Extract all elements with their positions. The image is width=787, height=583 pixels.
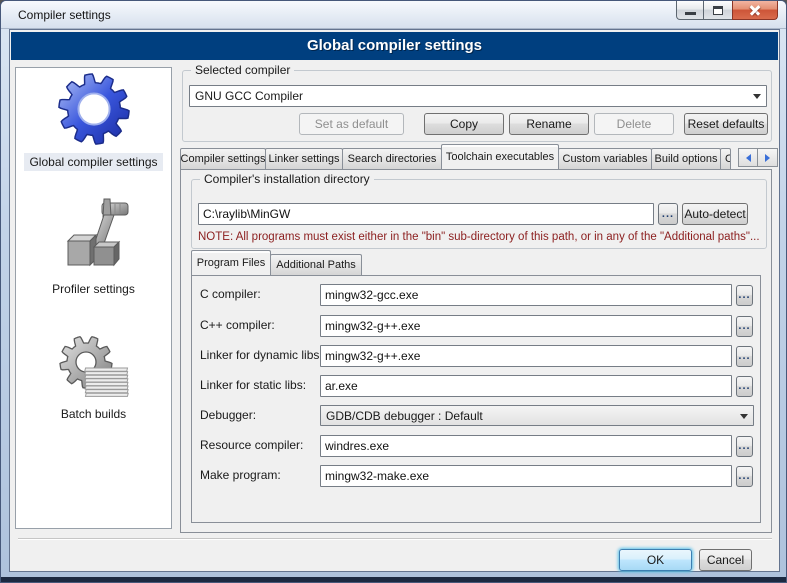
c-compiler-input[interactable] — [320, 284, 732, 306]
field-label: Make program: — [200, 468, 281, 482]
compiler-select-value: GNU GCC Compiler — [195, 89, 303, 103]
installation-directory-legend: Compiler's installation directory — [200, 172, 374, 186]
gray-gear-stack-icon — [54, 334, 134, 403]
minimize-icon — [685, 12, 696, 15]
set-as-default-button: Set as default — [299, 113, 404, 135]
sidebar-item-profiler-settings[interactable]: Profiler settings — [16, 195, 171, 298]
ok-button[interactable]: OK — [619, 549, 692, 571]
window-controls — [676, 1, 778, 20]
dynamic-linker-browse-button[interactable]: ... — [736, 346, 753, 367]
sidebar-item-batch-builds[interactable]: Batch builds — [16, 334, 171, 423]
window-bottom-edge — [1, 577, 786, 582]
window-title: Compiler settings — [18, 8, 111, 22]
sidebar-item-label: Global compiler settings — [24, 153, 162, 171]
dynamic-linker-input[interactable] — [320, 345, 732, 367]
left-arrow-icon — [746, 154, 751, 162]
tab-toolchain-executables[interactable]: Toolchain executables — [441, 144, 559, 169]
auto-detect-button[interactable]: Auto-detect — [682, 203, 748, 225]
minimize-button[interactable] — [676, 1, 704, 20]
settings-tabs: Compiler settings Linker settings Search… — [180, 147, 730, 169]
resource-compiler-input[interactable] — [320, 435, 732, 457]
page-title: Global compiler settings — [11, 32, 778, 60]
c-compiler-browse-button[interactable]: ... — [736, 285, 753, 306]
installation-directory-input[interactable] — [198, 203, 654, 225]
installation-note: NOTE: All programs must exist either in … — [198, 231, 760, 243]
field-label: Resource compiler: — [200, 438, 303, 452]
footer-separator — [18, 538, 772, 540]
blue-gear-icon — [55, 72, 133, 151]
cpp-compiler-input[interactable] — [320, 315, 732, 337]
static-linker-browse-button[interactable]: ... — [736, 376, 753, 397]
debugger-select[interactable]: GDB/CDB debugger : Default — [320, 405, 754, 426]
resource-compiler-browse-button[interactable]: ... — [736, 436, 753, 457]
selected-compiler-legend: Selected compiler — [191, 63, 294, 77]
selected-compiler-group: Selected compiler GNU GCC Compiler Set a… — [182, 70, 772, 142]
tab-overflow[interactable]: O — [720, 148, 731, 169]
titlebar[interactable]: Compiler settings — [1, 1, 786, 29]
sidebar-item-label: Profiler settings — [47, 280, 140, 298]
caliper-tool-icon — [54, 195, 134, 278]
dialog-content: Global compiler settings Global com — [9, 29, 780, 572]
maximize-icon — [713, 6, 723, 15]
close-icon — [748, 3, 762, 17]
tab-build-options[interactable]: Build options — [651, 148, 721, 169]
chevron-down-icon — [753, 94, 761, 99]
subtab-program-files[interactable]: Program Files — [191, 250, 271, 275]
debugger-select-value: GDB/CDB debugger : Default — [326, 409, 483, 423]
delete-button: Delete — [594, 113, 674, 135]
sidebar-item-global-compiler-settings[interactable]: Global compiler settings — [16, 72, 171, 171]
field-label: C++ compiler: — [200, 318, 275, 332]
tab-search-directories[interactable]: Search directories — [342, 148, 442, 169]
right-arrow-icon — [765, 154, 770, 162]
maximize-button[interactable] — [704, 1, 732, 20]
settings-category-list: Global compiler settings — [15, 67, 172, 529]
field-label: Linker for static libs: — [200, 378, 306, 392]
rename-button[interactable]: Rename — [509, 113, 589, 135]
field-label: C compiler: — [200, 287, 261, 301]
reset-defaults-button[interactable]: Reset defaults — [684, 113, 768, 135]
toolchain-executables-page: Compiler's installation directory ... Au… — [180, 169, 772, 533]
chevron-down-icon — [740, 414, 748, 419]
copy-button[interactable]: Copy — [424, 113, 504, 135]
compiler-settings-window: Compiler settings Global compiler settin… — [0, 0, 787, 583]
program-files-page: C compiler: ... C++ compiler: ... Linker… — [191, 275, 761, 523]
field-label: Linker for dynamic libs: — [200, 348, 323, 362]
static-linker-input[interactable] — [320, 375, 732, 397]
close-button[interactable] — [732, 1, 778, 20]
tab-scroll-left-button[interactable] — [738, 148, 758, 167]
sidebar-item-label: Batch builds — [56, 405, 131, 423]
cancel-button[interactable]: Cancel — [699, 549, 752, 571]
make-program-input[interactable] — [320, 465, 732, 487]
installation-directory-browse-button[interactable]: ... — [658, 203, 678, 225]
installation-directory-group: Compiler's installation directory ... Au… — [191, 179, 767, 249]
tab-compiler-settings[interactable]: Compiler settings — [180, 148, 266, 169]
field-label: Debugger: — [200, 408, 256, 422]
tab-scroll-right-button[interactable] — [758, 148, 778, 167]
tab-scroll-buttons — [738, 148, 778, 167]
make-program-browse-button[interactable]: ... — [736, 466, 753, 487]
cpp-compiler-browse-button[interactable]: ... — [736, 316, 753, 337]
compiler-select[interactable]: GNU GCC Compiler — [189, 85, 767, 107]
tab-linker-settings[interactable]: Linker settings — [265, 148, 343, 169]
subtab-additional-paths[interactable]: Additional Paths — [270, 254, 362, 275]
tab-custom-variables[interactable]: Custom variables — [558, 148, 652, 169]
program-subtabs: Program Files Additional Paths — [191, 253, 361, 275]
